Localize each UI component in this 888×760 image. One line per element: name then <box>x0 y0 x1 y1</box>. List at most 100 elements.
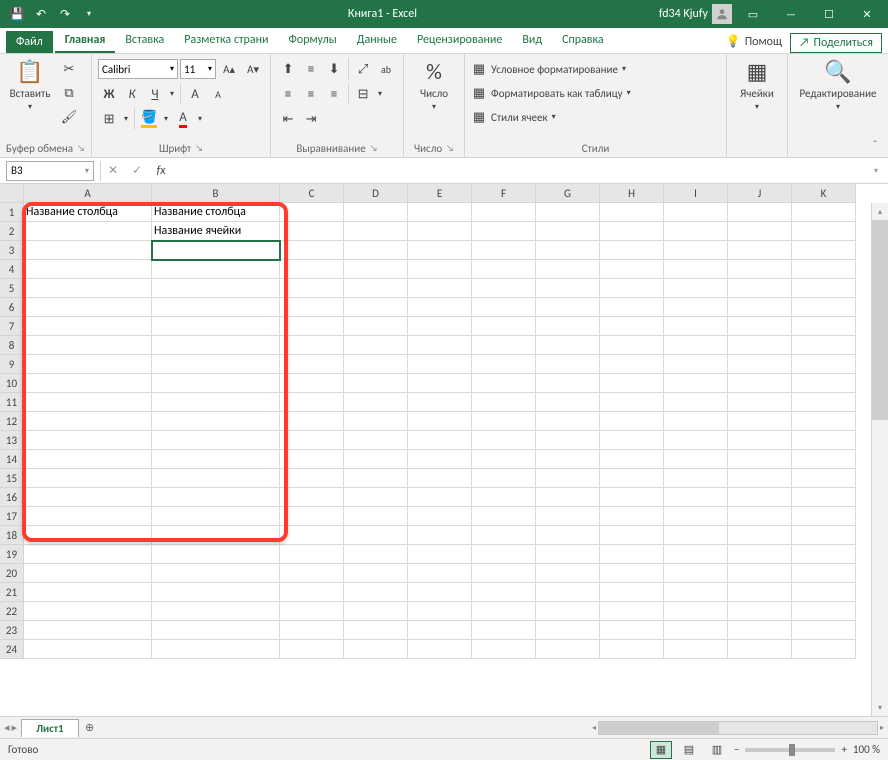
format-as-table-button[interactable]: ▦ Форматировать как таблицу▾ <box>471 82 631 104</box>
cell-H14[interactable] <box>600 450 664 469</box>
cell-D2[interactable] <box>344 222 408 241</box>
cell-A13[interactable] <box>24 431 152 450</box>
cell-C24[interactable] <box>280 640 344 659</box>
borders-menu-icon[interactable]: ▾ <box>121 108 131 130</box>
cell-G8[interactable] <box>536 336 600 355</box>
tell-me[interactable]: 💡 Помощ <box>718 30 790 53</box>
cell-E11[interactable] <box>408 393 472 412</box>
cell-K11[interactable] <box>792 393 856 412</box>
cell-E3[interactable] <box>408 241 472 260</box>
cell-E6[interactable] <box>408 298 472 317</box>
cell-K5[interactable] <box>792 279 856 298</box>
cell-C16[interactable] <box>280 488 344 507</box>
italic-button[interactable]: К <box>121 83 143 105</box>
cell-F15[interactable] <box>472 469 536 488</box>
cell-C6[interactable] <box>280 298 344 317</box>
cell-F19[interactable] <box>472 545 536 564</box>
cell-F24[interactable] <box>472 640 536 659</box>
cell-B24[interactable] <box>152 640 280 659</box>
cell-H1[interactable] <box>600 203 664 222</box>
cell-E13[interactable] <box>408 431 472 450</box>
wrap-text-icon[interactable]: ab <box>375 58 397 80</box>
expand-formula-icon[interactable]: ▾ <box>864 160 888 182</box>
cell-H20[interactable] <box>600 564 664 583</box>
cell-A18[interactable] <box>24 526 152 545</box>
cell-B13[interactable] <box>152 431 280 450</box>
align-center-icon[interactable]: ≡ <box>300 83 322 105</box>
cell-D4[interactable] <box>344 260 408 279</box>
cell-F22[interactable] <box>472 602 536 621</box>
cell-C7[interactable] <box>280 317 344 336</box>
cell-I23[interactable] <box>664 621 728 640</box>
cell-A20[interactable] <box>24 564 152 583</box>
cell-C3[interactable] <box>280 241 344 260</box>
cancel-icon[interactable]: ✕ <box>101 160 125 182</box>
sheet-tab-active[interactable]: Лист1 <box>21 719 79 737</box>
cell-B19[interactable] <box>152 545 280 564</box>
cell-H21[interactable] <box>600 583 664 602</box>
cell-F3[interactable] <box>472 241 536 260</box>
cell-I20[interactable] <box>664 564 728 583</box>
cell-C23[interactable] <box>280 621 344 640</box>
decrease-font-icon[interactable]: A▾ <box>242 58 264 80</box>
cell-A14[interactable] <box>24 450 152 469</box>
clipboard-launcher-icon[interactable]: ↘ <box>77 143 85 154</box>
cell-B10[interactable] <box>152 374 280 393</box>
cell-C1[interactable] <box>280 203 344 222</box>
cell-C11[interactable] <box>280 393 344 412</box>
row-header-2[interactable]: 2 <box>0 222 24 241</box>
cell-I2[interactable] <box>664 222 728 241</box>
cell-C15[interactable] <box>280 469 344 488</box>
cell-I1[interactable] <box>664 203 728 222</box>
cell-J24[interactable] <box>728 640 792 659</box>
cell-B9[interactable] <box>152 355 280 374</box>
cell-H12[interactable] <box>600 412 664 431</box>
cell-I6[interactable] <box>664 298 728 317</box>
cell-B3[interactable] <box>152 241 280 260</box>
cell-G14[interactable] <box>536 450 600 469</box>
cell-H5[interactable] <box>600 279 664 298</box>
cell-J14[interactable] <box>728 450 792 469</box>
cell-B1[interactable]: Название столбца <box>152 203 280 222</box>
cell-I8[interactable] <box>664 336 728 355</box>
cell-I5[interactable] <box>664 279 728 298</box>
increase-font2-icon[interactable]: A <box>184 83 206 105</box>
row-header-4[interactable]: 4 <box>0 260 24 279</box>
formula-input[interactable] <box>173 161 864 181</box>
cell-B12[interactable] <box>152 412 280 431</box>
cell-G10[interactable] <box>536 374 600 393</box>
cell-C8[interactable] <box>280 336 344 355</box>
fill-color-icon[interactable]: 🪣 <box>138 108 160 130</box>
cell-B11[interactable] <box>152 393 280 412</box>
cell-G16[interactable] <box>536 488 600 507</box>
bold-button[interactable]: Ж <box>98 83 120 105</box>
cell-B5[interactable] <box>152 279 280 298</box>
cell-C19[interactable] <box>280 545 344 564</box>
cell-E9[interactable] <box>408 355 472 374</box>
cell-J20[interactable] <box>728 564 792 583</box>
column-header-D[interactable]: D <box>344 184 408 203</box>
cell-J11[interactable] <box>728 393 792 412</box>
cell-I11[interactable] <box>664 393 728 412</box>
cell-K19[interactable] <box>792 545 856 564</box>
cell-H22[interactable] <box>600 602 664 621</box>
cell-I22[interactable] <box>664 602 728 621</box>
cell-A19[interactable] <box>24 545 152 564</box>
row-header-18[interactable]: 18 <box>0 526 24 545</box>
cell-E16[interactable] <box>408 488 472 507</box>
cell-D21[interactable] <box>344 583 408 602</box>
cell-I16[interactable] <box>664 488 728 507</box>
cell-J9[interactable] <box>728 355 792 374</box>
cell-J5[interactable] <box>728 279 792 298</box>
cell-I9[interactable] <box>664 355 728 374</box>
cell-E10[interactable] <box>408 374 472 393</box>
cell-D23[interactable] <box>344 621 408 640</box>
cell-K22[interactable] <box>792 602 856 621</box>
cell-D5[interactable] <box>344 279 408 298</box>
select-all-corner[interactable] <box>0 184 24 203</box>
page-layout-view-icon[interactable]: ▤ <box>678 741 700 759</box>
cell-G2[interactable] <box>536 222 600 241</box>
cell-G4[interactable] <box>536 260 600 279</box>
cell-E21[interactable] <box>408 583 472 602</box>
cell-F9[interactable] <box>472 355 536 374</box>
